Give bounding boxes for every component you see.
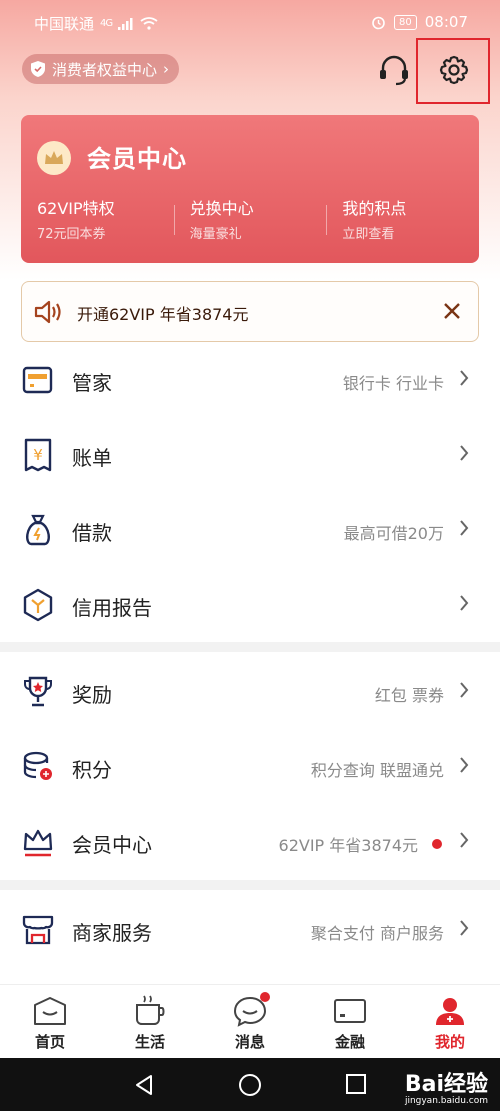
tab-life[interactable]: 生活 <box>100 985 200 1058</box>
menu-item-label: 积分 <box>72 758 112 782</box>
promo-text: 开通62VIP 年省3874元 <box>77 305 249 324</box>
section-divider <box>0 642 500 652</box>
customer-service-button[interactable] <box>374 50 414 90</box>
home-button-icon[interactable] <box>238 1073 262 1097</box>
svg-text:¥: ¥ <box>33 446 43 464</box>
chevron-right-icon: › <box>163 60 170 78</box>
menu-item-value: 银行卡 行业卡 <box>342 374 444 393</box>
benefit-vip-privileges[interactable]: 62VIP特权 72元回本券 <box>21 199 174 244</box>
menu-item-loan[interactable]: 借款 最高可借20万 <box>0 493 500 567</box>
member-center-title: 会员中心 <box>87 145 187 173</box>
wallet-icon <box>20 362 56 398</box>
headset-icon <box>380 55 408 86</box>
chevron-right-icon <box>460 370 469 386</box>
shield-icon <box>31 61 45 77</box>
menu-item-points[interactable]: 积分 积分查询 联盟通兑 <box>0 730 500 804</box>
benefit-subtitle: 海量豪礼 <box>189 227 242 242</box>
consumer-rights-label: 消费者权益中心 <box>52 60 158 79</box>
vip-promo-banner[interactable]: 开通62VIP 年省3874元 <box>21 281 479 342</box>
close-icon[interactable] <box>440 299 464 323</box>
benefit-my-points[interactable]: 我的积点 立即查看 <box>326 199 479 244</box>
clock: 08:07 <box>424 13 468 31</box>
carrier-label: 中国联通 <box>34 15 95 33</box>
menu-item-member-center[interactable]: 会员中心 62VIP 年省3874元 <box>0 805 500 879</box>
chevron-right-icon <box>460 682 469 698</box>
member-benefits: 62VIP特权 72元回本券 兑换中心 海量豪礼 我的积点 立即查看 <box>21 199 479 244</box>
bill-icon: ¥ <box>20 437 56 473</box>
chevron-right-icon <box>460 757 469 773</box>
menu-item-butler[interactable]: 管家 银行卡 行业卡 <box>0 343 500 417</box>
chevron-right-icon <box>460 520 469 536</box>
signal-icon <box>118 17 133 30</box>
cup-icon <box>136 995 165 1025</box>
money-bag-icon <box>20 512 56 548</box>
benefit-subtitle: 立即查看 <box>342 227 395 242</box>
watermark-text: Bai经验 <box>404 1072 488 1097</box>
system-navigation-bar: Bai经验 jingyan.baidu.com <box>0 1058 500 1111</box>
menu-item-rewards[interactable]: 奖励 红包 票券 <box>0 655 500 729</box>
crown-icon <box>20 824 56 860</box>
menu-item-label: 奖励 <box>72 683 112 707</box>
benefit-title: 兑换中心 <box>189 199 254 218</box>
menu-item-bill[interactable]: ¥ 账单 <box>0 418 500 492</box>
menu-item-value: 最高可借20万 <box>343 524 444 543</box>
menu-item-label: 借款 <box>72 521 112 545</box>
credit-report-icon <box>20 587 56 623</box>
menu-item-credit-report[interactable]: 信用报告 <box>0 568 500 642</box>
tab-label: 我的 <box>434 1033 465 1051</box>
notification-dot <box>432 839 442 849</box>
menu-item-label: 信用报告 <box>72 596 152 620</box>
tab-label: 消息 <box>234 1033 265 1051</box>
member-center-card[interactable]: 会员中心 62VIP特权 72元回本券 兑换中心 海量豪礼 我的积点 立即查看 <box>21 115 479 263</box>
menu-item-label: 商家服务 <box>72 921 152 945</box>
chevron-right-icon <box>460 920 469 936</box>
crown-badge-icon <box>37 141 71 175</box>
menu-item-label: 管家 <box>72 371 112 395</box>
network-label: 4G <box>100 18 113 29</box>
battery-indicator: 80 <box>394 14 417 30</box>
tab-label: 生活 <box>134 1033 165 1051</box>
wifi-icon <box>140 17 158 30</box>
home-icon <box>34 997 66 1025</box>
menu-item-value: 聚合支付 商户服务 <box>310 924 444 943</box>
tab-label: 金融 <box>334 1033 365 1051</box>
tab-label: 首页 <box>34 1033 65 1051</box>
card-icon <box>334 999 366 1023</box>
chevron-right-icon <box>460 832 469 848</box>
alarm-icon <box>372 16 385 29</box>
chevron-right-icon <box>460 595 469 611</box>
shop-icon <box>20 912 56 948</box>
benefit-title: 62VIP特权 <box>37 199 115 218</box>
tab-home[interactable]: 首页 <box>0 985 100 1058</box>
tab-finance[interactable]: 金融 <box>300 985 400 1058</box>
menu-item-value: 62VIP 年省3874元 <box>278 836 418 855</box>
back-icon[interactable] <box>133 1073 155 1097</box>
menu-item-label: 会员中心 <box>72 833 152 857</box>
chevron-right-icon <box>460 445 469 461</box>
baidu-watermark: Bai经验 jingyan.baidu.com <box>405 1066 488 1106</box>
tab-mine[interactable]: 我的 <box>400 985 500 1058</box>
notification-dot <box>260 992 270 1002</box>
coins-icon <box>20 749 56 785</box>
benefit-title: 我的积点 <box>342 199 407 218</box>
section-divider <box>0 880 500 890</box>
benefit-subtitle: 72元回本券 <box>37 227 106 242</box>
person-icon <box>436 998 464 1025</box>
bottom-navigation: 首页 生活 消息 金融 我的 <box>0 984 500 1058</box>
watermark-subtext: jingyan.baidu.com <box>404 1096 488 1106</box>
menu-item-value: 红包 票券 <box>374 686 444 705</box>
recents-icon[interactable] <box>345 1073 367 1095</box>
trophy-icon <box>20 674 56 710</box>
menu-item-value: 积分查询 联盟通兑 <box>310 761 444 780</box>
settings-highlight-box <box>416 38 490 104</box>
menu-item-label: 账单 <box>72 446 112 470</box>
consumer-rights-button[interactable]: 消费者权益中心 › <box>22 54 180 84</box>
benefit-exchange-center[interactable]: 兑换中心 海量豪礼 <box>173 199 327 244</box>
tab-messages[interactable]: 消息 <box>200 985 300 1058</box>
menu-item-merchant-services[interactable]: 商家服务 聚合支付 商户服务 <box>0 893 500 967</box>
speaker-icon <box>34 300 61 324</box>
